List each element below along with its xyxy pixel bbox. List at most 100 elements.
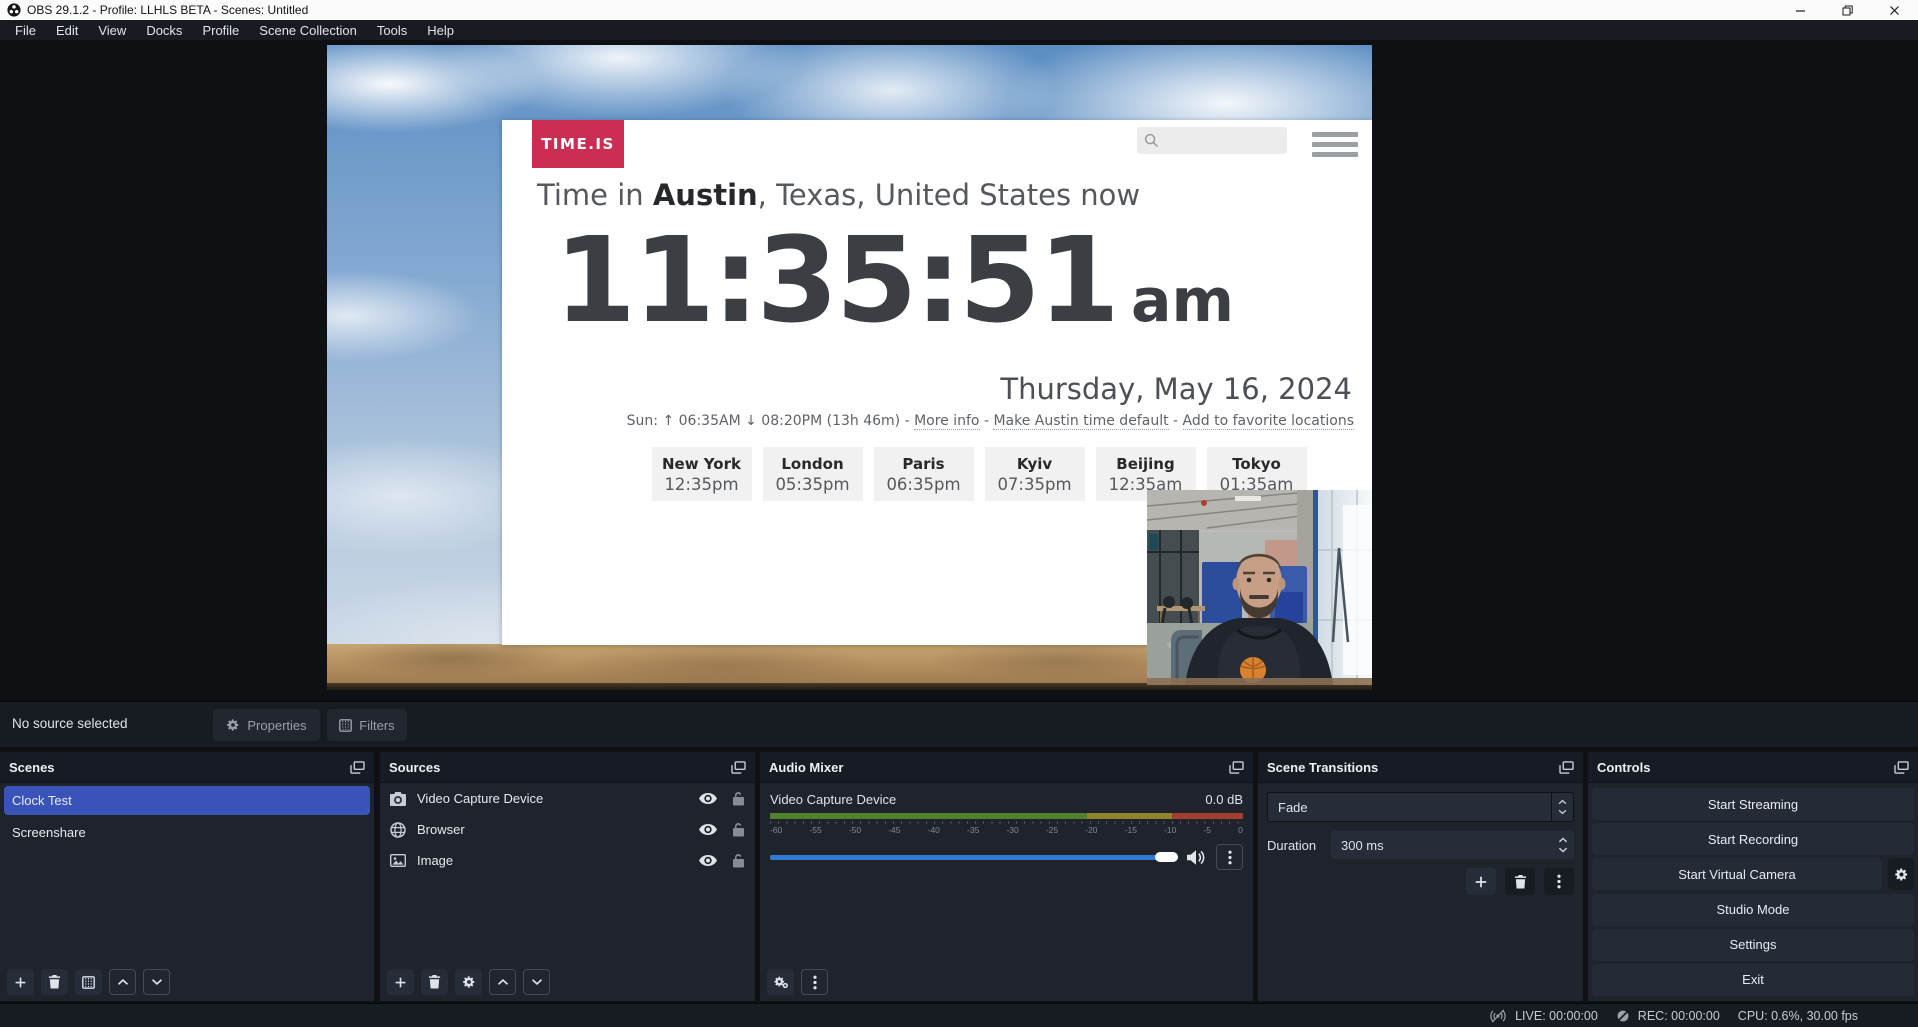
start-virtual-camera-button[interactable]: Start Virtual Camera [1592,858,1882,890]
lock-icon[interactable] [732,822,745,837]
menu-tools[interactable]: Tools [367,21,417,40]
add-transition-button[interactable] [1466,868,1496,895]
transition-selected-value: Fade [1268,800,1551,815]
chevron-down-icon [1558,809,1567,815]
dock-panels: Scenes Clock Test Screenshare Sources Vi… [0,747,1918,1003]
webcam-video-source [1147,490,1372,685]
close-button[interactable] [1871,0,1918,20]
timeis-sun-line: Sun: ↑ 06:35AM ↓ 08:20PM (13h 46m) - Mor… [627,413,1354,429]
popout-icon[interactable] [731,761,746,774]
timeis-search-box [1137,127,1287,154]
remove-source-button[interactable] [421,969,448,995]
volume-slider-track[interactable] [770,855,1178,860]
camera-icon [390,790,407,807]
transition-properties-button[interactable] [1544,868,1574,895]
popout-icon[interactable] [350,761,365,774]
lock-icon[interactable] [732,853,745,868]
link-more-info: More info [914,413,979,430]
scene-item-screenshare[interactable]: Screenshare [4,818,370,847]
combo-arrows[interactable] [1551,793,1573,821]
controls-title: Controls [1597,760,1894,775]
trash-icon [428,975,441,989]
source-item-video-capture[interactable]: Video Capture Device [380,783,755,814]
stream-inactive-icon [1489,1009,1507,1023]
visibility-eye-icon[interactable] [699,793,717,804]
menu-profile[interactable]: Profile [192,21,249,40]
remove-scene-button[interactable] [41,969,68,995]
chevron-up-icon [1558,837,1568,843]
rec-status: REC: 00:00:00 [1616,1009,1720,1023]
settings-button[interactable]: Settings [1592,929,1914,961]
properties-button[interactable]: Properties [213,709,320,741]
preview-canvas[interactable]: TIME.IS Time in Austin, Texas, United St… [327,45,1372,690]
source-item-browser[interactable]: Browser [380,814,755,845]
cpu-fps-status: CPU: 0.6%, 30.00 fps [1738,1009,1858,1023]
mixer-channel-menu-button[interactable] [1216,844,1243,870]
mixer-title: Audio Mixer [769,760,1229,775]
chevron-down-icon [151,978,163,986]
scene-move-up-button[interactable] [109,969,136,995]
restore-button[interactable] [1824,0,1871,20]
trash-icon [48,975,61,989]
scene-filters-button[interactable] [75,969,102,995]
chevron-up-icon [117,978,129,986]
source-move-down-button[interactable] [523,969,550,995]
menu-docks[interactable]: Docks [136,21,192,40]
volume-meter-tickmarks [770,821,1243,824]
advanced-audio-button[interactable] [767,969,794,995]
plus-icon [1474,875,1488,889]
chevron-up-icon [1558,799,1567,805]
minimize-button[interactable] [1777,0,1824,20]
timeis-heading: Time in Austin, Texas, United States now [537,178,1140,212]
mixer-menu-button[interactable] [801,969,828,995]
city-box-london: London05:35pm [763,447,863,501]
timeis-logo: TIME.IS [532,120,624,168]
visibility-eye-icon[interactable] [699,824,717,835]
transitions-title: Scene Transitions [1267,760,1559,775]
virtual-camera-config-button[interactable] [1888,858,1914,890]
start-streaming-button[interactable]: Start Streaming [1592,788,1914,820]
source-move-up-button[interactable] [489,969,516,995]
studio-mode-button[interactable]: Studio Mode [1592,894,1914,926]
spinner-arrows[interactable] [1552,837,1574,853]
title-bar: OBS 29.1.2 - Profile: LLHLS BETA - Scene… [0,0,1918,20]
dots-vertical-icon [813,975,817,990]
menu-scene-collection[interactable]: Scene Collection [249,21,367,40]
add-source-button[interactable] [387,969,414,995]
menu-help[interactable]: Help [417,21,464,40]
exit-button[interactable]: Exit [1592,964,1914,996]
menu-view[interactable]: View [88,21,136,40]
add-scene-button[interactable] [7,969,34,995]
chevron-down-icon [1558,847,1568,853]
dots-vertical-icon [1557,874,1561,889]
scene-move-down-button[interactable] [143,969,170,995]
menu-edit[interactable]: Edit [46,21,88,40]
timeis-date: Thursday, May 16, 2024 [1000,372,1352,406]
popout-icon[interactable] [1894,761,1909,774]
volume-slider[interactable] [770,852,1178,862]
popout-icon[interactable] [1229,761,1244,774]
scene-item-clock-test[interactable]: Clock Test [4,786,370,815]
menu-file[interactable]: File [5,21,46,40]
globe-icon [390,821,407,838]
window-title: OBS 29.1.2 - Profile: LLHLS BETA - Scene… [27,3,308,17]
volume-slider-handle[interactable] [1155,852,1178,862]
link-make-default: Make Austin time default [993,413,1168,430]
start-recording-button[interactable]: Start Recording [1592,823,1914,855]
lock-icon[interactable] [732,791,745,806]
city-box-kyiv: Kyiv07:35pm [985,447,1085,501]
visibility-eye-icon[interactable] [699,855,717,866]
scenes-title: Scenes [9,760,350,775]
popout-icon[interactable] [1559,761,1574,774]
remove-transition-button[interactable] [1505,868,1535,895]
duration-spinner[interactable]: 300 ms [1331,831,1574,859]
timeis-clock: 11:35:51 am [554,216,1234,346]
transition-select[interactable]: Fade [1267,792,1574,822]
source-item-image[interactable]: Image [380,845,755,876]
no-source-status: No source selected [12,716,128,731]
filters-button[interactable]: Filters [327,709,407,741]
speaker-icon[interactable] [1187,850,1206,865]
record-inactive-icon [1616,1009,1630,1023]
source-properties-button[interactable] [455,969,482,995]
scenes-panel: Scenes Clock Test Screenshare [0,752,374,1001]
